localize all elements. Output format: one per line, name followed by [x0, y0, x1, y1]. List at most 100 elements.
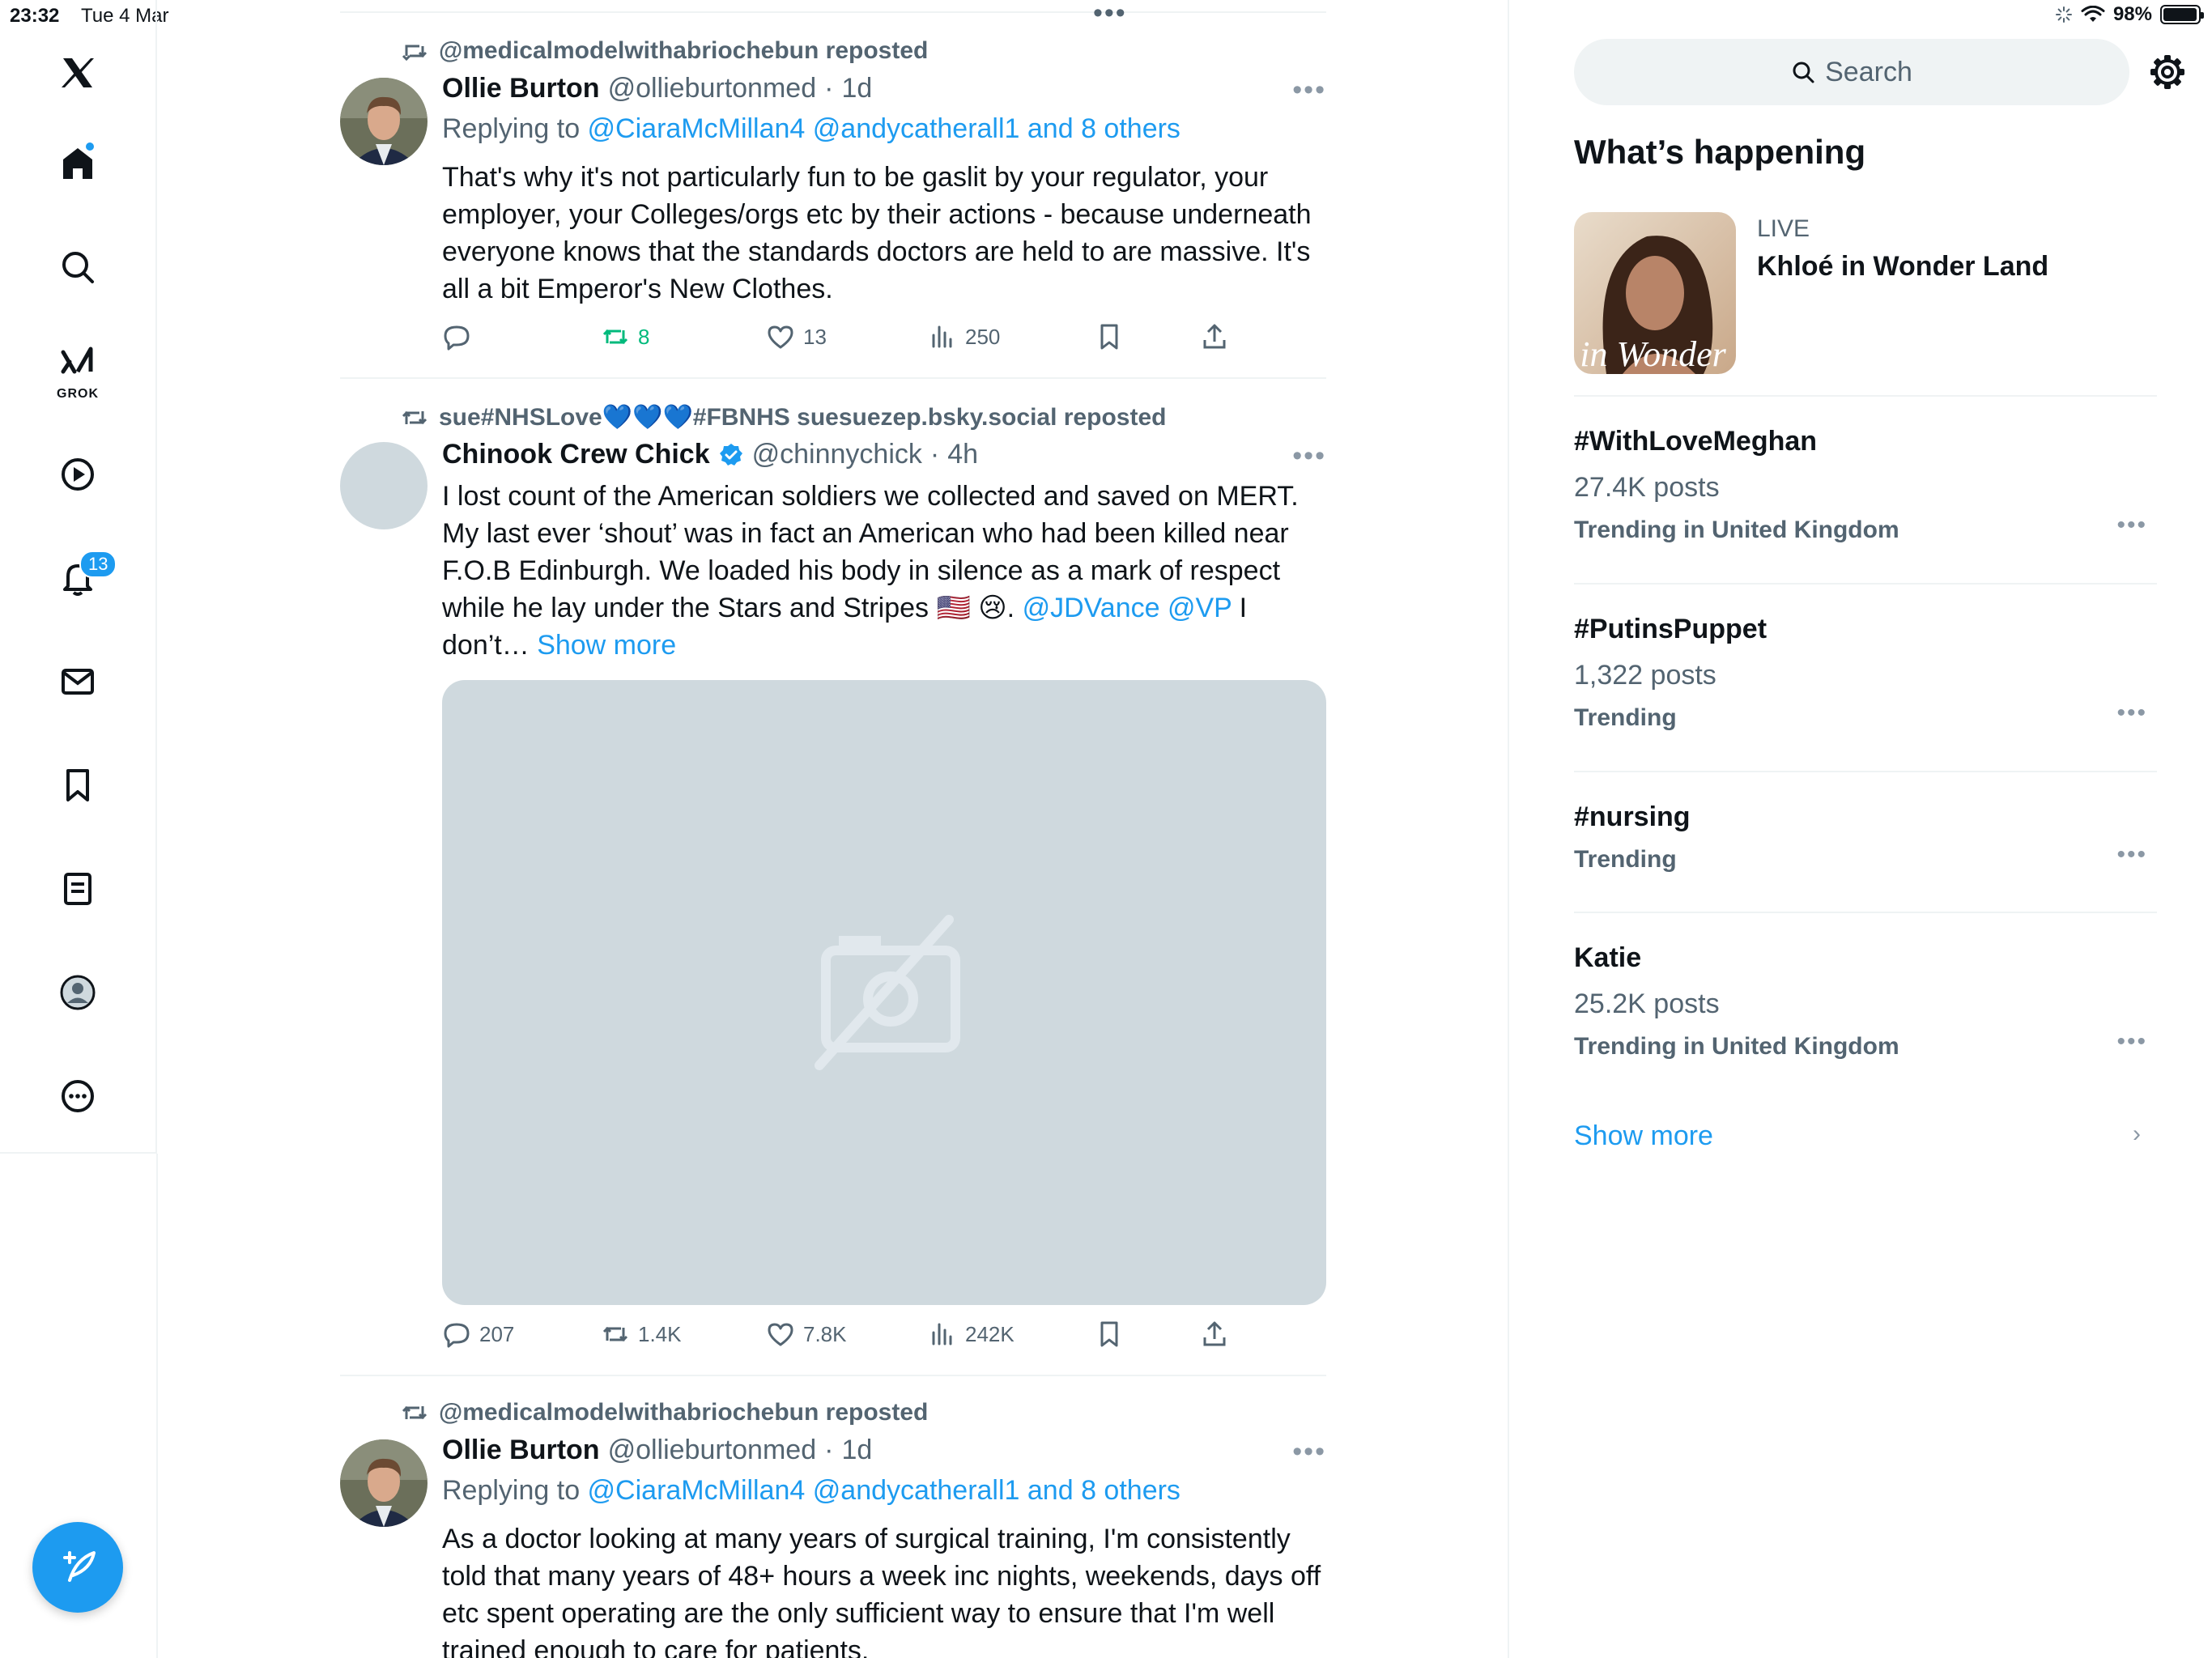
replying-to: Replying to @CiaraMcMillan4 @andycathera… — [442, 1475, 1180, 1507]
views-count: 250 — [965, 324, 1001, 349]
author-name[interactable]: Ollie Burton — [442, 1435, 600, 1466]
post-text: As a doctor looking at many years of sur… — [442, 1524, 1321, 1658]
repost-by-text: @medicalmodelwithabriochebun reposted — [439, 37, 929, 64]
trend-item[interactable]: #WithLoveMeghan 27.4K posts Trending in … — [1574, 426, 2157, 544]
timeline: ••• @medicalmodelwithabriochebun reposte… — [340, 0, 1326, 1658]
separator-dot: · — [824, 1435, 834, 1465]
avatar[interactable] — [340, 442, 428, 529]
like-button[interactable]: 13 — [766, 322, 827, 351]
compose-post-icon — [63, 1551, 96, 1582]
post-time[interactable]: 4h — [947, 439, 978, 470]
repost-icon — [602, 1326, 628, 1342]
repost-by-text: @medicalmodelwithabriochebun reposted — [439, 1399, 929, 1426]
trend-context: Trending in United Kingdom — [1574, 517, 1899, 543]
live-event-card[interactable]: é in Wonder L LIVE Khloé in Wonder Land — [1574, 212, 2157, 390]
trend-divider — [1574, 395, 2157, 397]
author-handle[interactable]: @ollieburtonmed — [608, 1435, 817, 1466]
messages-icon[interactable] — [40, 644, 115, 719]
trend-item[interactable]: #nursing Trending ••• — [1574, 801, 2157, 874]
show-more-trends-link[interactable]: Show more — [1574, 1120, 1713, 1152]
views-button[interactable]: 250 — [928, 322, 1000, 351]
author-handle[interactable]: @ollieburtonmed — [608, 73, 817, 104]
author-name[interactable]: Chinook Crew Chick — [442, 439, 710, 470]
bookmark-icon — [1100, 1321, 1118, 1347]
bookmark-button[interactable] — [1095, 322, 1124, 351]
share-button[interactable] — [1200, 1320, 1229, 1349]
trend-item[interactable]: #PutinsPuppet 1,322 posts Trending ••• — [1574, 614, 2157, 732]
profile-icon[interactable] — [40, 955, 115, 1030]
post-divider — [340, 1375, 1326, 1376]
more-icon[interactable] — [40, 1059, 115, 1133]
avatar[interactable] — [340, 1439, 428, 1527]
search-input[interactable]: Search — [1574, 39, 2129, 105]
trend-name: #PutinsPuppet — [1574, 614, 1767, 644]
trend-more-icon[interactable]: ••• — [2116, 699, 2147, 727]
lists-icon[interactable] — [40, 852, 115, 926]
bookmark-icon — [1100, 324, 1118, 350]
trend-name: #nursing — [1574, 801, 1691, 832]
media-placeholder[interactable] — [442, 680, 1326, 1305]
reply-button[interactable]: 207 — [442, 1320, 514, 1349]
views-button[interactable]: 242K — [928, 1320, 1015, 1349]
trend-more-icon[interactable]: ••• — [2116, 841, 2147, 869]
author-name[interactable]: Ollie Burton — [442, 73, 600, 104]
replying-targets-link[interactable]: @CiaraMcMillan4 @andycatherall1 and 8 ot… — [588, 1475, 1180, 1506]
post-text: I lost count of the American soldiers we… — [442, 478, 1326, 664]
reply-button[interactable] — [442, 322, 479, 351]
trend-posts: 27.4K posts — [1574, 472, 1720, 503]
settings-gear-icon[interactable] — [2149, 53, 2186, 91]
trend-more-icon[interactable]: ••• — [2116, 512, 2147, 539]
post-actions: 207 1.4K 7.8K 242K — [442, 1320, 1252, 1355]
post-more-icon[interactable]: ••• — [1292, 1436, 1326, 1468]
repost-indicator: @medicalmodelwithabriochebun reposted — [402, 37, 928, 65]
trend-posts: 25.2K posts — [1574, 988, 1720, 1019]
x-logo-icon[interactable] — [40, 36, 115, 110]
post-time[interactable]: 1d — [841, 73, 872, 104]
post-divider — [340, 377, 1326, 379]
post-header: Ollie Burton @ollieburtonmed · 1d — [442, 73, 872, 104]
live-thumbnail-text: é in Wonder L — [1574, 334, 1736, 374]
post-time[interactable]: 1d — [841, 1435, 872, 1466]
live-tag: LIVE — [1757, 215, 1810, 242]
trend-divider — [1574, 912, 2157, 913]
repost-button[interactable]: 8 — [601, 322, 649, 351]
replying-targets-link[interactable]: @CiaraMcMillan4 @andycatherall1 and 8 ot… — [588, 113, 1180, 144]
views-icon — [932, 325, 952, 348]
left-navigation: GROK 13 — [0, 0, 157, 1154]
bookmark-button[interactable] — [1095, 1320, 1124, 1349]
replying-to: Replying to @CiaraMcMillan4 @andycathera… — [442, 113, 1180, 145]
home-icon[interactable] — [40, 126, 115, 201]
video-icon[interactable] — [40, 437, 115, 512]
trend-item[interactable]: Katie 25.2K posts Trending in United Kin… — [1574, 942, 2157, 1061]
show-more-link[interactable]: Show more — [537, 630, 676, 661]
avatar[interactable] — [340, 78, 428, 165]
grok-icon[interactable]: GROK — [40, 334, 115, 408]
repost-button[interactable]: 1.4K — [601, 1320, 682, 1349]
share-button[interactable] — [1200, 322, 1229, 351]
home-unread-dot — [84, 141, 96, 152]
top-more-icon[interactable]: ••• — [1093, 0, 1127, 27]
trend-context: Trending — [1574, 704, 1677, 731]
like-button[interactable]: 7.8K — [766, 1320, 847, 1349]
notifications-icon[interactable]: 13 — [40, 541, 117, 615]
trend-divider — [1574, 583, 2157, 585]
post-more-icon[interactable]: ••• — [1292, 440, 1326, 472]
share-icon — [1203, 1321, 1226, 1346]
views-count: 242K — [965, 1321, 1015, 1346]
post-header: Ollie Burton @ollieburtonmed · 1d — [442, 1435, 872, 1466]
trend-name: Katie — [1574, 942, 1642, 973]
trend-context: Trending — [1574, 846, 1677, 873]
search-icon[interactable] — [40, 230, 115, 304]
post-actions: 8 13 250 — [442, 322, 1252, 358]
mentions-link[interactable]: @JDVance @VP — [1023, 593, 1232, 623]
bookmarks-icon[interactable] — [40, 748, 115, 823]
author-handle[interactable]: @chinnychick — [752, 439, 922, 470]
post-more-icon[interactable]: ••• — [1292, 74, 1326, 106]
share-icon — [1203, 324, 1226, 349]
separator-dot: · — [824, 73, 834, 104]
verified-badge-icon — [718, 442, 744, 468]
compose-post-button[interactable] — [32, 1522, 123, 1613]
trend-more-icon[interactable]: ••• — [2116, 1028, 2147, 1056]
trend-divider — [1574, 771, 2157, 772]
image-unavailable-icon — [815, 915, 960, 1070]
